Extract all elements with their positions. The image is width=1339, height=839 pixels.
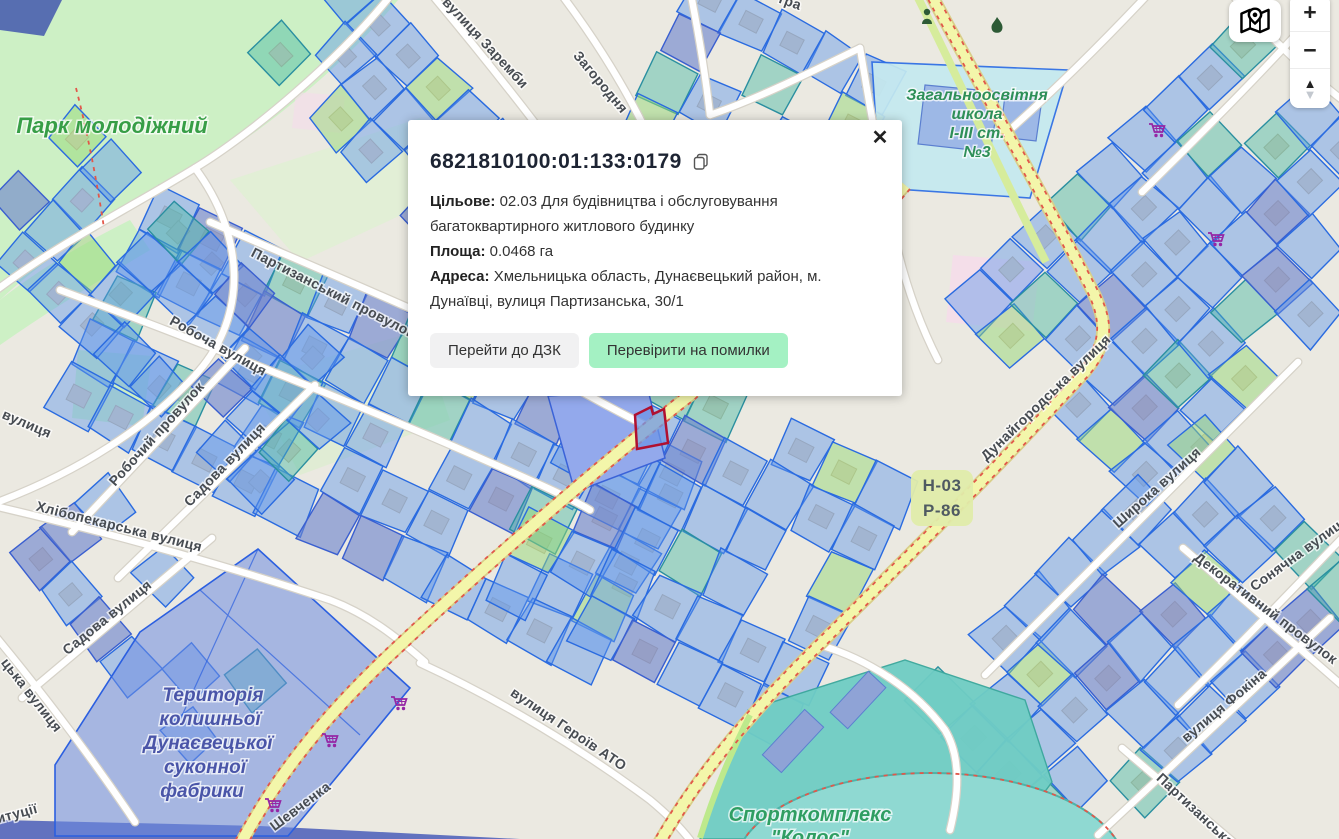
tilt-down-icon: ▼	[1304, 89, 1317, 100]
goto-dzk-button[interactable]: Перейти до ДЗК	[430, 333, 579, 368]
copy-icon[interactable]	[693, 153, 709, 171]
map-label: Спорткомплекс	[729, 804, 892, 826]
road-shield-line2: Р-86	[923, 498, 961, 523]
field-area: Площа: 0.0468 га	[430, 239, 870, 264]
map-label: колишньої	[159, 709, 263, 730]
tilt-control[interactable]: ▲ ▼	[1290, 68, 1330, 108]
zoom-out-button[interactable]: −	[1290, 31, 1330, 68]
close-icon[interactable]: ✕	[866, 124, 894, 152]
road-shield: Н-03 Р-86	[911, 470, 973, 526]
check-errors-button[interactable]: Перевірити на помилки	[589, 333, 788, 368]
parcel-info-popup: ✕ 6821810100:01:133:0179 Цільове: 02.03 …	[408, 120, 902, 396]
parcel-fields: Цільове: 02.03 Для будівництва і обслуго…	[430, 189, 870, 314]
map-label: "Колос"	[771, 827, 850, 839]
zoom-control: + − ▲ ▼	[1290, 0, 1330, 108]
map-pin-icon	[1239, 6, 1271, 36]
app-window: Парк молодіжний Загальноосвітня школа І-ІІІ…	[0, 0, 1339, 839]
road-shield-line1: Н-03	[923, 473, 962, 498]
map-label: Парк молодіжний	[16, 113, 208, 138]
field-purpose: Цільове: 02.03 Для будівництва і обслуго…	[430, 189, 870, 239]
map-label: школа	[952, 106, 1003, 123]
zoom-in-button[interactable]: +	[1290, 0, 1330, 31]
map-label: фабрики	[160, 781, 244, 802]
map-label: Територія	[163, 685, 264, 706]
map-label: суконної	[164, 757, 249, 778]
map-label: №3	[963, 144, 990, 161]
selected-parcel	[635, 407, 668, 449]
map-label: Загальноосвітня	[906, 87, 1048, 104]
field-address: Адреса: Хмельницька область, Дунаєвецьки…	[430, 264, 870, 314]
map-label: І-ІІІ ст.	[950, 125, 1005, 142]
parcel-id: 6821810100:01:133:0179	[430, 150, 682, 174]
map-label: Дунаєвецької	[141, 733, 275, 754]
layers-map-button[interactable]	[1229, 0, 1281, 42]
